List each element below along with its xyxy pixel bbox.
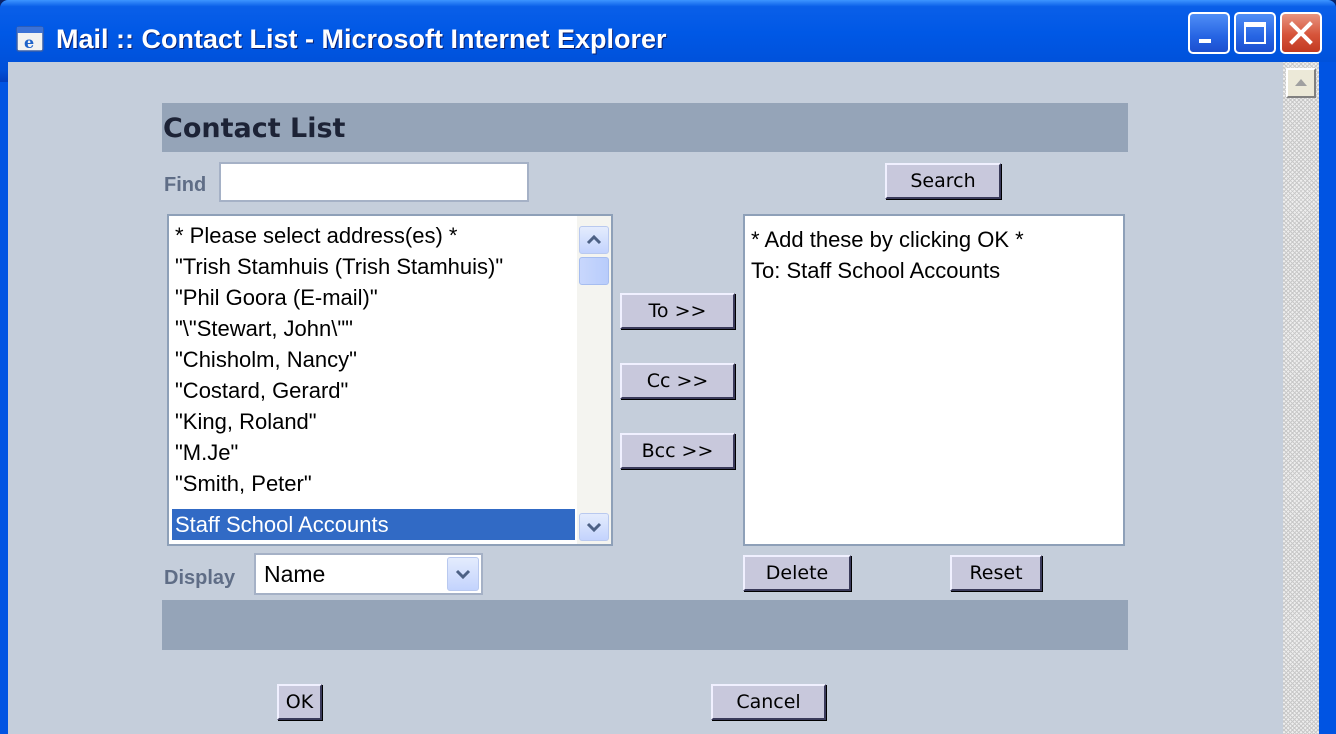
scroll-thumb[interactable] [579, 257, 609, 285]
chevron-down-icon [455, 569, 471, 580]
list-item[interactable]: To: Staff School Accounts [748, 255, 1000, 286]
chevron-down-icon [586, 522, 602, 533]
add-bcc-button[interactable]: Bcc >> [620, 433, 735, 469]
scroll-up-button[interactable] [1286, 68, 1316, 98]
chevron-up-icon [586, 234, 602, 245]
page-title: Contact List [163, 113, 346, 144]
window-frame-right [1319, 62, 1336, 734]
list-item[interactable]: * Add these by clicking OK * [748, 224, 1024, 255]
scroll-up-arrow-icon [1295, 79, 1307, 86]
minimize-icon [1199, 39, 1211, 43]
reset-button[interactable]: Reset [950, 555, 1042, 591]
find-label: Find [164, 174, 207, 196]
close-icon [1289, 21, 1313, 45]
list-item[interactable]: "Trish Stamhuis (Trish Stamhuis)" [172, 251, 575, 282]
add-to-button[interactable]: To >> [620, 293, 735, 329]
find-input[interactable] [219, 162, 529, 202]
search-button[interactable]: Search [885, 163, 1001, 199]
svg-text:e: e [24, 33, 34, 52]
list-item[interactable]: "Smith, Peter" [172, 468, 575, 499]
recipient-listbox[interactable]: * Add these by clicking OK * To: Staff S… [743, 214, 1125, 546]
internet-explorer-icon: e [16, 24, 46, 54]
dropdown-button[interactable] [447, 557, 479, 591]
list-item[interactable]: * Please select address(es) * [172, 220, 575, 251]
list-item[interactable]: "Chisholm, Nancy" [172, 344, 575, 375]
maximize-icon [1244, 22, 1266, 44]
page-scrollbar[interactable] [1283, 62, 1319, 734]
display-selected-value: Name [264, 561, 326, 587]
delete-button[interactable]: Delete [743, 555, 851, 591]
list-item[interactable]: "Phil Goora (E-mail)" [172, 282, 575, 313]
close-button[interactable] [1280, 12, 1322, 54]
list-item[interactable]: "Costard, Gerard" [172, 375, 575, 406]
list-item[interactable]: "M.Je" [172, 437, 575, 468]
scroll-down-button[interactable] [579, 513, 609, 541]
minimize-button[interactable] [1188, 12, 1230, 54]
list-item-selected[interactable]: Staff School Accounts [172, 509, 575, 540]
display-select[interactable]: Name [254, 553, 483, 595]
cancel-button[interactable]: Cancel [711, 684, 826, 720]
contact-listbox[interactable]: * Please select address(es) * "Trish Sta… [167, 214, 613, 546]
window-title: Mail :: Contact List - Microsoft Interne… [56, 24, 667, 54]
ok-button[interactable]: OK [277, 684, 322, 720]
scroll-up-button[interactable] [579, 226, 609, 254]
contact-list-scrollbar[interactable] [577, 216, 611, 544]
footer-bar [162, 600, 1128, 650]
browser-window: e Mail :: Contact List - Microsoft Inter… [0, 0, 1336, 734]
maximize-button[interactable] [1234, 12, 1276, 54]
list-item[interactable]: "\"Stewart, John\"" [172, 313, 575, 344]
add-cc-button[interactable]: Cc >> [620, 363, 735, 399]
list-item[interactable]: "King, Roland" [172, 406, 575, 437]
display-label: Display [164, 567, 236, 589]
